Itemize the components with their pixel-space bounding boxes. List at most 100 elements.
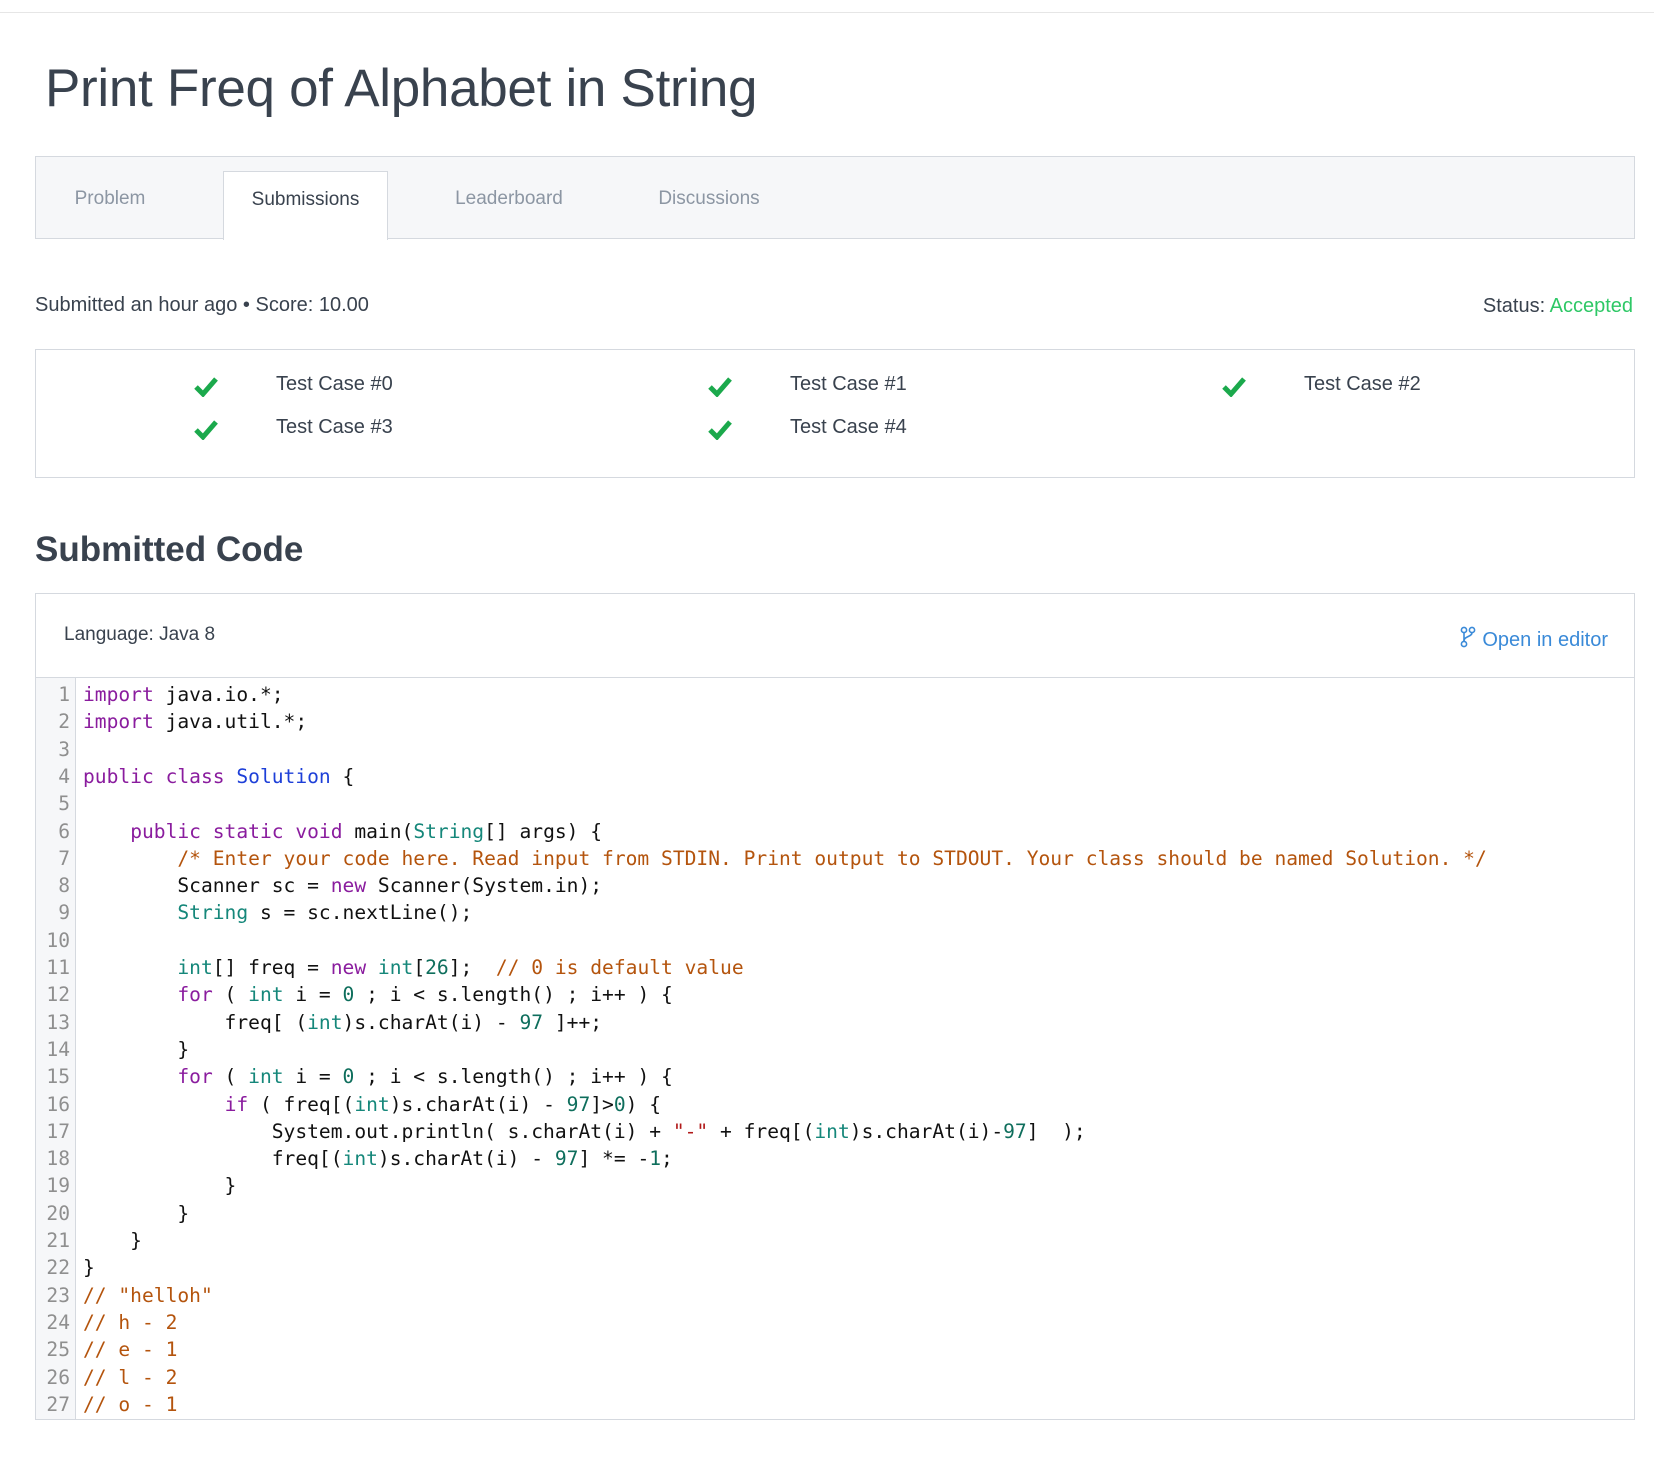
line-number: 22 bbox=[46, 1256, 70, 1280]
check-icon bbox=[194, 377, 218, 397]
code-line: 16 if ( freq[(int)s.charAt(i) - 97]>0) { bbox=[36, 1091, 1634, 1118]
code-panel: Language: Java 8 Open in editor 1 import … bbox=[35, 593, 1635, 1420]
code-line: 26 // l - 2 bbox=[36, 1364, 1634, 1391]
code-line: 17 System.out.println( s.charAt(i) + "-"… bbox=[36, 1118, 1634, 1145]
status-value: Accepted bbox=[1549, 295, 1633, 317]
line-number: 21 bbox=[46, 1229, 70, 1252]
code-line: 3 bbox=[36, 736, 1634, 763]
code-text: String s = sc.nextLine(); bbox=[177, 901, 473, 925]
code-text: } bbox=[83, 1256, 95, 1280]
top-divider bbox=[0, 12, 1654, 13]
line-number: 16 bbox=[46, 1092, 70, 1116]
line-number: 3 bbox=[58, 737, 70, 761]
line-number: 10 bbox=[46, 928, 70, 952]
code-text: for ( int i = 0 ; i < s.length() ; i++ )… bbox=[177, 1065, 673, 1089]
code-line: 2 import java.util.*; bbox=[36, 708, 1634, 735]
line-number: 13 bbox=[46, 1010, 70, 1034]
tab-discussions[interactable]: Discussions bbox=[636, 157, 782, 238]
line-number: 7 bbox=[58, 846, 70, 870]
code-text: if ( freq[(int)s.charAt(i) - 97]>0) { bbox=[224, 1092, 662, 1116]
line-number: 19 bbox=[46, 1174, 70, 1198]
code-line: 27 // o - 1 bbox=[36, 1391, 1634, 1418]
code-text: /* Enter your code here. Read input from… bbox=[177, 846, 1487, 870]
test-case-label: Test Case #1 bbox=[790, 373, 907, 395]
tab-submissions[interactable]: Submissions bbox=[223, 171, 388, 240]
line-number: 4 bbox=[58, 764, 70, 788]
line-number: 12 bbox=[46, 983, 70, 1007]
code-text: freq[(int)s.charAt(i) - 97] *= -1; bbox=[83, 1147, 673, 1171]
code-text: int[] freq = new int[26]; // 0 is defaul… bbox=[177, 956, 744, 979]
code-line: 18 freq[(int)s.charAt(i) - 97] *= -1; bbox=[36, 1145, 1634, 1172]
line-number: 20 bbox=[46, 1201, 70, 1225]
line-number: 11 bbox=[46, 956, 70, 979]
code-text: // l - 2 bbox=[83, 1365, 178, 1389]
code-line: 4 public class Solution { bbox=[36, 763, 1634, 790]
code-text: import java.util.*; bbox=[83, 710, 308, 734]
check-icon bbox=[708, 377, 732, 397]
test-case-label: Test Case #4 bbox=[790, 416, 907, 438]
line-number: 24 bbox=[46, 1310, 70, 1334]
line-number: 9 bbox=[58, 901, 70, 925]
code-line: 22} bbox=[36, 1254, 1634, 1281]
line-number: 27 bbox=[46, 1392, 70, 1416]
tab-problem[interactable]: Problem bbox=[36, 157, 184, 238]
code-editor[interactable]: 1 import java.io.*; 2 import java.util.*; 3 4… bbox=[36, 678, 1634, 1419]
code-text: public static void main(String[] args) { bbox=[130, 819, 603, 843]
code-text: // e - 1 bbox=[83, 1338, 178, 1362]
code-line: 8 Scanner sc = new Scanner(System.in); bbox=[36, 872, 1634, 899]
line-number: 6 bbox=[58, 819, 70, 843]
code-line: 12 for ( int i = 0 ; i < s.length() ; i+… bbox=[36, 981, 1634, 1008]
code-text: freq[ (int)s.charAt(i) - 97 ]++; bbox=[83, 1010, 603, 1034]
line-number: 26 bbox=[46, 1365, 70, 1389]
code-text: public class Solution { bbox=[83, 764, 355, 788]
code-text: System.out.println( s.charAt(i) + "-" + … bbox=[83, 1119, 1086, 1143]
submission-info: Submitted an hour ago • Score: 10.00 bbox=[35, 294, 369, 316]
line-number: 5 bbox=[58, 792, 70, 816]
line-number: 1 bbox=[58, 683, 70, 706]
code-line: 11 int[] freq = new int[26]; // 0 is def… bbox=[36, 954, 1634, 981]
code-line: 21 } bbox=[36, 1227, 1634, 1254]
test-case-label: Test Case #0 bbox=[276, 373, 393, 395]
code-text: } bbox=[83, 1037, 190, 1061]
code-line: 10 bbox=[36, 927, 1634, 954]
line-number: 15 bbox=[46, 1065, 70, 1089]
status-label: Status: bbox=[1482, 295, 1546, 317]
test-case-label: Test Case #2 bbox=[1304, 373, 1421, 395]
git-branch-icon bbox=[1460, 626, 1476, 648]
line-number: 17 bbox=[46, 1119, 70, 1143]
code-line: 13 freq[ (int)s.charAt(i) - 97 ]++; bbox=[36, 1009, 1634, 1036]
code-text: } bbox=[83, 1229, 142, 1252]
code-line: 7 /* Enter your code here. Read input fr… bbox=[36, 845, 1634, 872]
code-header: Language: Java 8 Open in editor bbox=[36, 594, 1634, 678]
submission-status: Status: Accepted bbox=[1483, 295, 1633, 318]
code-line: 6 public static void main(String[] args)… bbox=[36, 818, 1634, 845]
code-line: 23 // "helloh" bbox=[36, 1282, 1634, 1309]
line-number: 25 bbox=[46, 1338, 70, 1362]
check-icon bbox=[194, 420, 218, 440]
line-number: 23 bbox=[46, 1283, 70, 1307]
open-in-editor-label: Open in editor bbox=[1482, 629, 1608, 651]
code-line: 1 import java.io.*; bbox=[36, 681, 1634, 708]
code-line: 9 String s = sc.nextLine(); bbox=[36, 899, 1634, 926]
code-line: 19 } bbox=[36, 1172, 1634, 1199]
code-text: // "helloh" bbox=[83, 1283, 213, 1307]
code-line: 25 // e - 1 bbox=[36, 1336, 1634, 1363]
line-number: 18 bbox=[46, 1147, 70, 1171]
open-in-editor-link[interactable]: Open in editor bbox=[1460, 624, 1608, 652]
check-icon bbox=[708, 420, 732, 440]
code-text: } bbox=[83, 1174, 237, 1198]
code-text: // h - 2 bbox=[83, 1310, 178, 1334]
check-icon bbox=[1222, 377, 1246, 397]
submitted-code-title: Submitted Code bbox=[35, 530, 304, 569]
code-text: } bbox=[83, 1201, 190, 1225]
tab-leaderboard[interactable]: Leaderboard bbox=[436, 157, 582, 238]
tab-bar: Problem Submissions Leaderboard Discussi… bbox=[35, 156, 1635, 240]
line-number: 14 bbox=[46, 1037, 70, 1061]
code-line: 20 } bbox=[36, 1200, 1634, 1227]
code-line: 14 } bbox=[36, 1036, 1634, 1063]
code-line: 15 for ( int i = 0 ; i < s.length() ; i+… bbox=[36, 1063, 1634, 1090]
line-number: 2 bbox=[58, 710, 70, 734]
page-title: Print Freq of Alphabet in String bbox=[45, 59, 758, 118]
test-cases-panel: Test Case #0 Test Case #1 Test Case #2 T… bbox=[35, 349, 1635, 478]
code-text: for ( int i = 0 ; i < s.length() ; i++ )… bbox=[177, 983, 673, 1007]
